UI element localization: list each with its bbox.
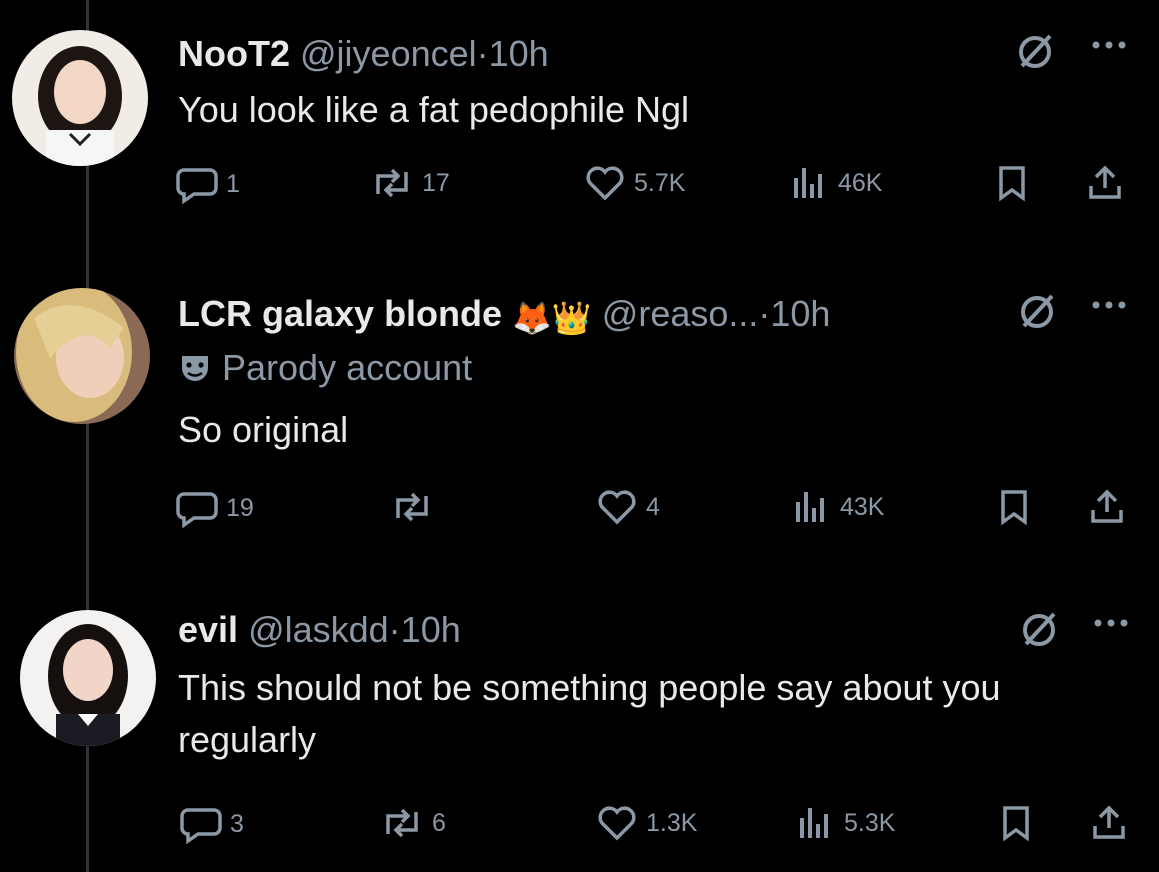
repost-arrows-icon [376, 168, 408, 198]
theater-mask-icon [182, 356, 208, 381]
tweet-header: LCR galaxy blonde 🦊👑 @reaso...·10h [178, 292, 830, 340]
reply-button[interactable]: 19 [176, 488, 254, 528]
action-bar: 3 6 1.3K 5.3K [0, 804, 1159, 848]
like-count: 4 [646, 492, 660, 521]
display-name[interactable]: NooT2 [178, 33, 290, 74]
tweet-2[interactable]: LCR galaxy blonde 🦊👑 @reaso...·10h Parod… [0, 270, 1159, 570]
user-handle[interactable]: @laskdd [248, 609, 389, 650]
like-count: 5.7K [634, 168, 686, 197]
repost-arrows-icon [386, 808, 418, 838]
view-count: 5.3K [844, 808, 896, 837]
grok-slash-circle-icon[interactable] [1012, 28, 1058, 79]
bar-chart-icon [794, 168, 822, 198]
bookmark-button[interactable] [998, 488, 1038, 526]
name-emoji: 🦊👑 [512, 300, 592, 336]
tweet-text: So original [178, 409, 349, 450]
bar-chart-icon [800, 808, 828, 838]
bookmark-button[interactable] [996, 164, 1036, 202]
share-upload-icon [1091, 489, 1123, 523]
parody-account-text: Parody account [222, 347, 473, 388]
reply-button[interactable]: 3 [180, 804, 244, 844]
repost-arrows-icon [396, 492, 428, 522]
grok-slash-circle-icon[interactable] [1016, 606, 1062, 657]
like-button[interactable]: 1.3K [596, 804, 697, 842]
share-button[interactable] [1090, 804, 1136, 842]
avatar[interactable] [20, 610, 156, 746]
tweet-text: This should not be something people say … [178, 667, 1001, 760]
repost-count: 17 [422, 168, 450, 197]
heart-icon [598, 490, 636, 525]
speech-bubble-icon [176, 492, 218, 528]
user-handle[interactable]: @reaso... [602, 293, 759, 334]
tweet-1[interactable]: NooT2 @jiyeoncel·10h You look like a fat… [0, 0, 1159, 260]
bookmark-icon [999, 166, 1025, 202]
repost-button[interactable]: 17 [370, 164, 450, 202]
views-button[interactable]: 5.3K [796, 804, 895, 842]
view-count: 43K [840, 492, 885, 521]
speech-bubble-icon [176, 168, 218, 204]
action-bar: 19 4 43K [0, 488, 1159, 532]
share-button[interactable] [1088, 488, 1134, 526]
like-button[interactable]: 5.7K [584, 164, 685, 202]
timestamp[interactable]: 10h [401, 609, 461, 650]
parody-label: Parody account [178, 346, 472, 390]
action-bar: 1 17 5.7K 46K [0, 164, 1159, 208]
separator-dot: · [388, 609, 401, 650]
reply-button[interactable]: 1 [176, 164, 240, 204]
bookmark-icon [1003, 806, 1029, 842]
timestamp[interactable]: 10h [489, 33, 549, 74]
heart-icon [598, 806, 636, 841]
user-handle[interactable]: @jiyeoncel [300, 33, 477, 74]
ellipsis-icon[interactable] [1092, 616, 1132, 634]
tweet-header: evil @laskdd·10h [178, 608, 461, 652]
bar-chart-icon [796, 492, 824, 522]
tweet-text: You look like a fat pedophile Ngl [178, 89, 690, 130]
repost-count: 6 [432, 808, 446, 837]
avatar[interactable] [14, 288, 150, 424]
display-name[interactable]: LCR galaxy blonde [178, 293, 502, 334]
view-count: 46K [838, 168, 883, 197]
ellipsis-icon[interactable] [1090, 298, 1130, 316]
like-button[interactable]: 4 [596, 488, 660, 526]
share-upload-icon [1089, 165, 1121, 199]
share-upload-icon [1093, 805, 1125, 839]
heart-icon [586, 166, 624, 201]
avatar[interactable] [12, 30, 148, 166]
grok-slash-circle-icon[interactable] [1014, 288, 1060, 339]
display-name[interactable]: evil [178, 609, 238, 650]
timestamp[interactable]: 10h [770, 293, 830, 334]
like-count: 1.3K [646, 808, 698, 837]
views-button[interactable]: 43K [792, 488, 884, 526]
tweet-header: NooT2 @jiyeoncel·10h [178, 32, 549, 76]
repost-button[interactable]: 6 [380, 804, 446, 842]
reply-count: 19 [226, 493, 254, 522]
share-button[interactable] [1086, 164, 1132, 202]
views-button[interactable]: 46K [790, 164, 882, 202]
speech-bubble-icon [180, 808, 222, 844]
separator-dot: · [758, 293, 771, 334]
reply-count: 1 [226, 169, 240, 198]
tweet-3[interactable]: evil @laskdd·10h This should not be some… [0, 598, 1159, 872]
reply-count: 3 [230, 809, 244, 838]
separator-dot: · [476, 33, 489, 74]
ellipsis-icon[interactable] [1090, 38, 1130, 56]
bookmark-icon [1001, 490, 1027, 526]
repost-button[interactable] [390, 488, 442, 526]
bookmark-button[interactable] [1000, 804, 1040, 842]
